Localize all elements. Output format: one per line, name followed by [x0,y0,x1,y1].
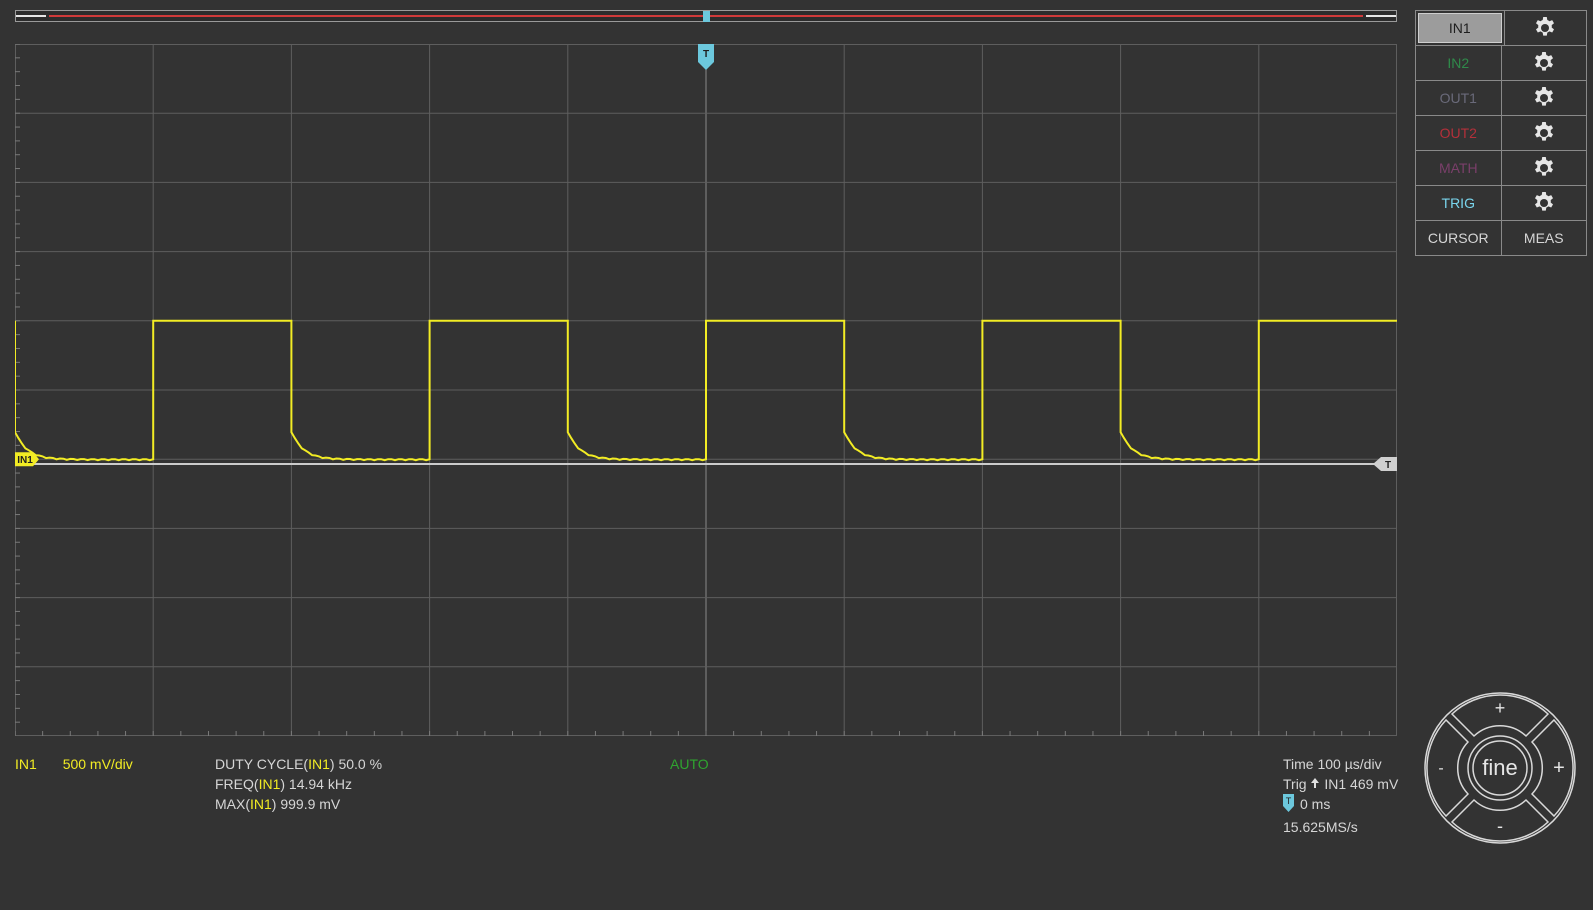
joystick-center-label: fine [1482,755,1517,780]
channel-button-in2[interactable]: IN2 [1416,46,1501,80]
meas-button[interactable]: MEAS [1500,221,1587,255]
channel-row-in2: IN2 [1416,46,1586,81]
trigger-position-label: T [703,49,709,60]
channel-row-out1: OUT1 [1416,81,1586,116]
measurement-value: ) 999.9 mV [271,796,341,812]
oscilloscope-plot[interactable]: T T IN1 [15,44,1397,736]
channel-scale: IN1 500 mV/div [15,754,133,774]
measurement-name: DUTY CYCLE( [215,756,309,772]
gear-icon[interactable] [1500,81,1587,115]
channel-button-trig[interactable]: TRIG [1416,186,1501,220]
acquisition-mode[interactable]: AUTO [670,754,709,774]
buffer-trigger-position[interactable] [703,11,710,22]
buffer-left-cap [16,15,46,17]
trigger-info: Trig IN1 469 mV [1283,774,1398,794]
measurements: DUTY CYCLE(IN1) 50.0 % FREQ(IN1) 14.94 kH… [215,754,382,814]
timebase-info: Time 100 µs/div Trig IN1 469 mV T 0 ms 1… [1283,754,1398,837]
trig-value: IN1 469 mV [1324,776,1399,792]
plot-canvas: T T IN1 [15,44,1397,736]
trig-label: Trig [1283,776,1307,792]
gear-icon[interactable] [1500,151,1587,185]
measurement-value: ) 50.0 % [329,756,383,772]
sample-rate: 15.625MS/s [1283,819,1358,835]
channel-row-in1: IN1 [1416,11,1586,46]
gear-icon[interactable] [1500,116,1587,150]
channel-button-out1[interactable]: OUT1 [1416,81,1501,115]
measurement-row: FREQ(IN1) 14.94 kHz [215,774,382,794]
gear-icon[interactable] [1500,46,1587,80]
channel-row-math: MATH [1416,151,1586,186]
joystick-right-label: + [1553,757,1565,779]
trig-rising-edge-icon [1310,774,1320,794]
joystick-down-label: - [1497,816,1503,836]
channel-row-out2: OUT2 [1416,116,1586,151]
joystick-up-label: + [1495,698,1506,718]
channel-button-in1[interactable]: IN1 [1418,13,1502,43]
measurement-value: ) 14.94 kHz [280,776,352,792]
channel-panel: IN1 IN2 OUT1 OUT2 MATH TRIG CURSOR MEAS [1415,10,1587,256]
channel-button-out2[interactable]: OUT2 [1416,116,1501,150]
trigger-level-label: T [1385,460,1391,471]
svg-text:T: T [1286,796,1292,806]
measurement-row: DUTY CYCLE(IN1) 50.0 % [215,754,382,774]
channel-scale-value: 500 mV/div [62,756,133,772]
channel-row-trig: TRIG [1416,186,1586,221]
tools-row: CURSOR MEAS [1416,221,1586,255]
channel-scale-name: IN1 [15,756,37,772]
measurement-channel: IN1 [250,796,272,812]
joystick-left-label: - [1438,760,1443,777]
trigger-offset-value: 0 ms [1300,796,1331,813]
trigger-badge-icon: T [1283,794,1294,817]
time-per-div: Time 100 µs/div [1283,756,1382,772]
measurement-name: FREQ( [215,776,259,792]
cursor-button[interactable]: CURSOR [1416,221,1501,255]
buffer-right-cap [1366,15,1396,17]
gear-icon[interactable] [1503,11,1587,45]
measurement-name: MAX( [215,796,250,812]
fine-adjust-joystick[interactable]: fine + - - + [1424,692,1576,844]
buffer-position-bar[interactable] [15,10,1397,22]
channel-ground-label: IN1 [17,455,33,466]
gear-icon[interactable] [1500,186,1587,220]
measurement-row: MAX(IN1) 999.9 mV [215,794,382,814]
trigger-offset: T 0 ms [1283,794,1398,817]
measurement-channel: IN1 [308,756,330,772]
measurement-channel: IN1 [258,776,281,792]
channel-button-math[interactable]: MATH [1416,151,1501,185]
